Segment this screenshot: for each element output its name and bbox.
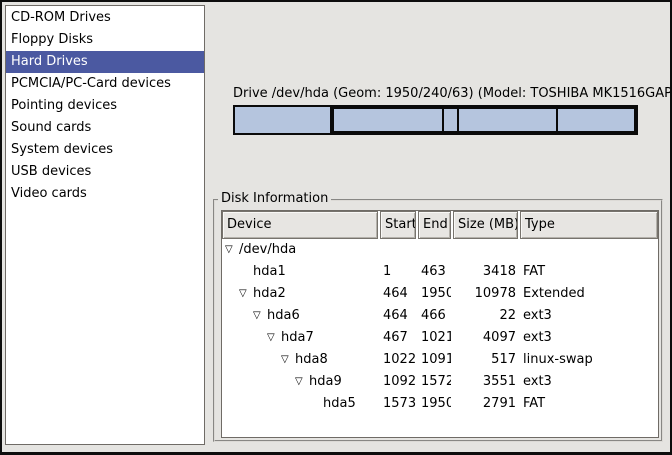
size-cell: 4097 [453,327,518,349]
start-cell: 1573 [380,393,416,415]
size-cell: 2791 [453,393,518,415]
size-cell [453,239,518,261]
type-cell: linux-swap [520,349,658,371]
disk-table-body: ▽/dev/hdahda114633418FAT▽hda246419501097… [222,239,658,415]
expander-icon[interactable]: ▽ [253,305,267,327]
tree-indent [225,272,239,273]
device-cell: ▽hda9 [222,371,378,393]
sidebar-item-usb-devices[interactable]: USB devices [6,161,204,183]
sidebar-item-cd-rom-drives[interactable]: CD-ROM Drives [6,7,204,29]
end-cell: 466 [418,305,451,327]
start-cell: 464 [380,283,416,305]
table-row-hda7[interactable]: ▽hda746710214097ext3 [222,327,658,349]
sidebar-item-pcmcia-pc-card-devices[interactable]: PCMCIA/PC-Card devices [6,73,204,95]
sidebar-item-system-devices[interactable]: System devices [6,139,204,161]
partition-segment-hda5 [558,109,634,131]
size-cell: 3418 [453,261,518,283]
end-cell: 1021 [418,327,451,349]
partition-segment-hda1 [235,107,332,133]
end-cell: 1091 [418,349,451,371]
partition-segment-hda8 [444,109,459,131]
end-cell: 463 [418,261,451,283]
device-name: hda1 [253,261,286,283]
column-header-end[interactable]: End [418,211,451,239]
device-cell: ▽/dev/hda [222,239,378,261]
device-name: hda5 [323,393,356,415]
tree-indent [225,404,309,405]
tree-indent [225,338,267,339]
expander-icon[interactable]: ▽ [225,239,239,261]
column-header-device[interactable]: Device [222,211,378,239]
end-cell: 1950 [418,393,451,415]
disk-information-group: Disk Information DeviceStartEndSize (MB)… [213,199,663,442]
disk-table: DeviceStartEndSize (MB)Type ▽/dev/hdahda… [221,210,659,438]
device-name: hda7 [281,327,314,349]
end-cell: 1572 [418,371,451,393]
expander-icon[interactable]: ▽ [281,349,295,371]
type-cell [520,239,658,261]
device-cell: ▽hda7 [222,327,378,349]
sidebar-item-floppy-disks[interactable]: Floppy Disks [6,29,204,51]
type-cell: Extended [520,283,658,305]
device-cell: ▽hda8 [222,349,378,371]
device-cell: ▽hda6 [222,305,378,327]
start-cell: 1 [380,261,416,283]
sidebar-item-sound-cards[interactable]: Sound cards [6,117,204,139]
table-row-hda6[interactable]: ▽hda646446622ext3 [222,305,658,327]
group-label: Disk Information [218,191,331,207]
disk-table-header: DeviceStartEndSize (MB)Type [222,211,658,239]
table-row-hda2[interactable]: ▽hda2464195010978Extended [222,283,658,305]
partition-segment-hda7 [334,109,443,131]
partition-extended-hda2 [332,107,636,133]
end-cell: 1950 [418,283,451,305]
device-cell: hda5 [222,393,378,415]
drive-title: Drive /dev/hda (Geom: 1950/240/63) (Mode… [233,86,638,102]
device-name: hda8 [295,349,328,371]
table-row-hda8[interactable]: ▽hda810221091517linux-swap [222,349,658,371]
hardware-browser-window: CD-ROM DrivesFloppy DisksHard DrivesPCMC… [0,0,672,455]
type-cell: ext3 [520,371,658,393]
type-cell: FAT [520,393,658,415]
expander-icon[interactable]: ▽ [267,327,281,349]
device-name: hda9 [309,371,342,393]
size-cell: 517 [453,349,518,371]
tree-indent [225,382,295,383]
start-cell: 1092 [380,371,416,393]
start-cell: 1022 [380,349,416,371]
partition-bar [233,105,638,135]
table-row-hda5[interactable]: hda5 157319502791FAT [222,393,658,415]
category-list: CD-ROM DrivesFloppy DisksHard DrivesPCMC… [5,5,205,445]
start-cell: 464 [380,305,416,327]
column-header-size-mb[interactable]: Size (MB) [453,211,518,239]
column-header-type[interactable]: Type [520,211,658,239]
device-name: /dev/hda [239,239,296,261]
device-cell: ▽hda2 [222,283,378,305]
type-cell: ext3 [520,327,658,349]
start-cell: 467 [380,327,416,349]
table-row-hda9[interactable]: ▽hda9109215723551ext3 [222,371,658,393]
device-name: hda2 [253,283,286,305]
tree-indent [225,360,281,361]
size-cell: 10978 [453,283,518,305]
size-cell: 22 [453,305,518,327]
sidebar-item-pointing-devices[interactable]: Pointing devices [6,95,204,117]
device-name: hda6 [267,305,300,327]
type-cell: FAT [520,261,658,283]
size-cell: 3551 [453,371,518,393]
expander-icon[interactable]: ▽ [239,283,253,305]
start-cell [380,239,416,261]
device-cell: hda1 [222,261,378,283]
partition-segment-hda9 [459,109,558,131]
column-header-start[interactable]: Start [380,211,416,239]
table-row-hda1[interactable]: hda1 14633418FAT [222,261,658,283]
end-cell [418,239,451,261]
type-cell: ext3 [520,305,658,327]
table-row-dev-hda[interactable]: ▽/dev/hda [222,239,658,261]
tree-indent [225,316,253,317]
tree-indent [225,294,239,295]
sidebar-item-hard-drives[interactable]: Hard Drives [6,51,204,73]
expander-icon[interactable]: ▽ [295,371,309,393]
sidebar-item-video-cards[interactable]: Video cards [6,183,204,205]
